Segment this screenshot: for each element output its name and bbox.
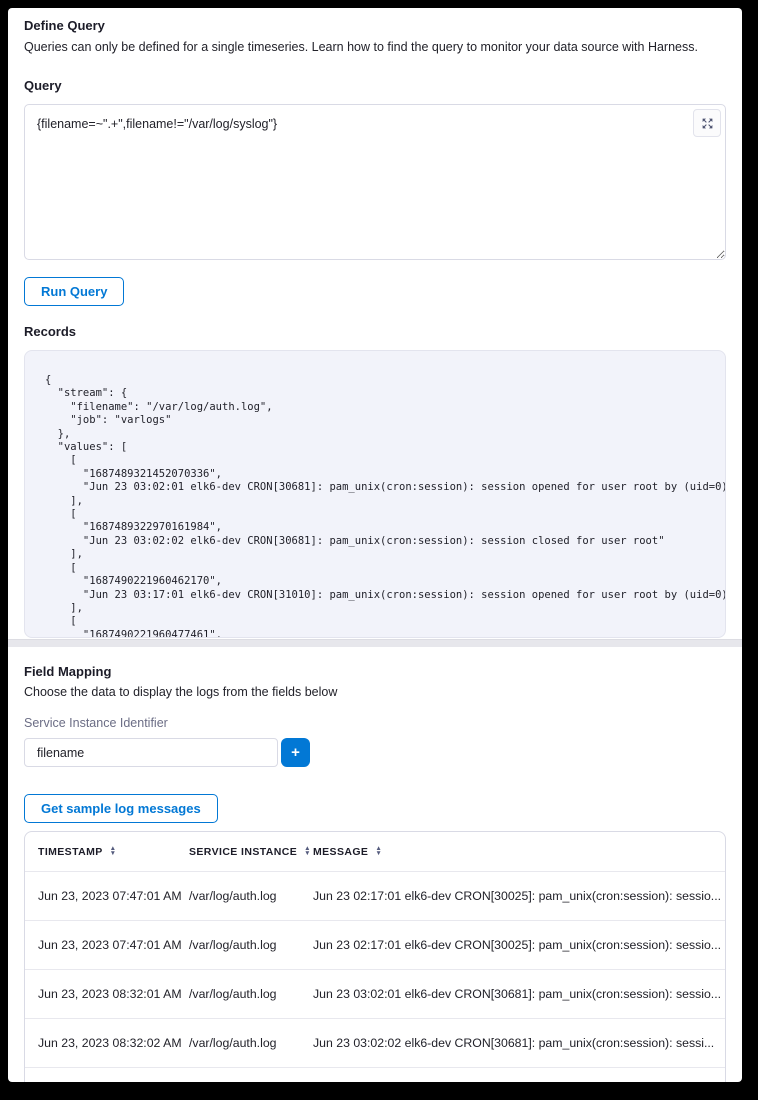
page-title: Define Query bbox=[24, 18, 726, 33]
query-input[interactable]: {filename=~".+",filename!="/var/log/sysl… bbox=[24, 104, 726, 260]
define-query-section: Define Query Queries can only be defined… bbox=[8, 8, 742, 638]
message-cell: Jun 23 03:02:01 elk6-dev CRON[30681]: pa… bbox=[313, 987, 725, 1001]
records-label: Records bbox=[24, 324, 726, 339]
section-divider bbox=[8, 639, 742, 647]
service-instance-input[interactable] bbox=[24, 738, 278, 767]
column-header-label: SERVICE INSTANCE bbox=[189, 846, 297, 858]
get-sample-log-messages-button[interactable]: Get sample log messages bbox=[24, 794, 218, 823]
records-panel[interactable]: { "stream": { "filename": "/var/log/auth… bbox=[24, 350, 726, 638]
sort-icon[interactable]: ▲▼ bbox=[110, 847, 117, 855]
sort-icon[interactable]: ▲▼ bbox=[375, 847, 382, 855]
message-cell: Jun 23 02:17:01 elk6-dev CRON[30025]: pa… bbox=[313, 889, 725, 903]
column-header-label: TIMESTAMP bbox=[38, 846, 103, 858]
table-header-row: TIMESTAMP ▲▼ SERVICE INSTANCE ▲▼ MESSAGE… bbox=[25, 832, 725, 872]
service-instance-identifier-label: Service Instance Identifier bbox=[24, 716, 726, 730]
table-row[interactable]: Jun 23, 2023 08:32:02 AM /var/log/auth.l… bbox=[25, 1019, 725, 1068]
table-row[interactable]: Jun 23, 2023 08:47:01 AM /var/log/auth.l… bbox=[25, 1068, 725, 1082]
define-query-subtitle: Queries can only be defined for a single… bbox=[24, 40, 726, 54]
service-instance-cell: /var/log/auth.log bbox=[189, 938, 313, 952]
service-instance-row: + bbox=[24, 738, 726, 767]
timestamp-cell: Jun 23, 2023 08:32:02 AM bbox=[38, 1036, 189, 1050]
service-instance-cell: /var/log/auth.log bbox=[189, 889, 313, 903]
expand-query-button[interactable] bbox=[693, 109, 721, 137]
define-query-panel: Define Query Queries can only be defined… bbox=[8, 8, 742, 1082]
sort-icon[interactable]: ▲▼ bbox=[304, 847, 311, 855]
query-editor: {filename=~".+",filename!="/var/log/sysl… bbox=[24, 104, 726, 260]
add-field-button[interactable]: + bbox=[281, 738, 310, 767]
table-row[interactable]: Jun 23, 2023 08:32:01 AM /var/log/auth.l… bbox=[25, 970, 725, 1019]
message-cell: Jun 23 02:17:01 elk6-dev CRON[30025]: pa… bbox=[313, 938, 725, 952]
timestamp-cell: Jun 23, 2023 08:32:01 AM bbox=[38, 987, 189, 1001]
records-json: { "stream": { "filename": "/var/log/auth… bbox=[25, 351, 725, 638]
query-label: Query bbox=[24, 78, 726, 93]
service-instance-cell: /var/log/auth.log bbox=[189, 987, 313, 1001]
field-mapping-subtitle: Choose the data to display the logs from… bbox=[24, 685, 726, 699]
column-header-service-instance[interactable]: SERVICE INSTANCE ▲▼ bbox=[189, 846, 313, 858]
expand-icon bbox=[701, 117, 714, 130]
message-cell: Jun 23 03:02:02 elk6-dev CRON[30681]: pa… bbox=[313, 1036, 725, 1050]
column-header-message[interactable]: MESSAGE ▲▼ bbox=[313, 846, 725, 858]
sample-logs-table: TIMESTAMP ▲▼ SERVICE INSTANCE ▲▼ MESSAGE… bbox=[24, 831, 726, 1082]
table-row[interactable]: Jun 23, 2023 07:47:01 AM /var/log/auth.l… bbox=[25, 872, 725, 921]
column-header-label: MESSAGE bbox=[313, 846, 368, 858]
plus-icon: + bbox=[291, 745, 300, 760]
timestamp-cell: Jun 23, 2023 07:47:01 AM bbox=[38, 938, 189, 952]
timestamp-cell: Jun 23, 2023 07:47:01 AM bbox=[38, 889, 189, 903]
field-mapping-section: Field Mapping Choose the data to display… bbox=[8, 647, 742, 1082]
field-mapping-title: Field Mapping bbox=[24, 664, 726, 679]
column-header-timestamp[interactable]: TIMESTAMP ▲▼ bbox=[38, 846, 189, 858]
table-row[interactable]: Jun 23, 2023 07:47:01 AM /var/log/auth.l… bbox=[25, 921, 725, 970]
service-instance-cell: /var/log/auth.log bbox=[189, 1036, 313, 1050]
run-query-button[interactable]: Run Query bbox=[24, 277, 124, 306]
